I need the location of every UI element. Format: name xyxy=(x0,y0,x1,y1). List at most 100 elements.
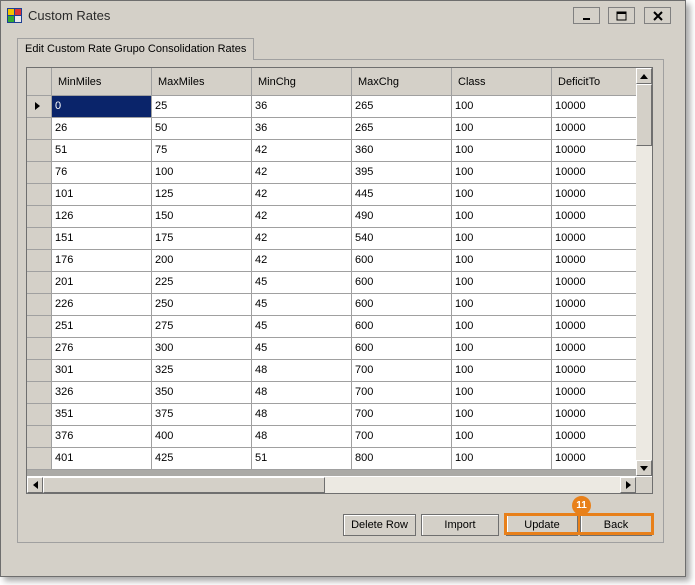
grid-cell[interactable]: 100 xyxy=(452,228,552,250)
grid-cell[interactable]: 101 xyxy=(52,184,152,206)
row-header[interactable] xyxy=(27,272,52,294)
grid-cell[interactable]: 36 xyxy=(252,96,352,118)
grid-cell[interactable]: 51 xyxy=(252,448,352,470)
grid-cell[interactable]: 100 xyxy=(452,162,552,184)
column-header[interactable]: DeficitTo xyxy=(552,68,636,96)
grid-cell[interactable]: 600 xyxy=(352,294,452,316)
grid-cell[interactable]: 0 xyxy=(52,96,152,118)
grid-cell[interactable]: 600 xyxy=(352,338,452,360)
table-row[interactable]: 126 150 42 490 100 10000 xyxy=(27,206,636,228)
scroll-down-button[interactable] xyxy=(636,460,652,476)
grid-cell[interactable]: 100 xyxy=(452,404,552,426)
row-header[interactable] xyxy=(27,184,52,206)
column-header[interactable]: MaxChg xyxy=(352,68,452,96)
grid-cell[interactable]: 326 xyxy=(52,382,152,404)
grid-cell[interactable]: 36 xyxy=(252,118,352,140)
row-header[interactable] xyxy=(27,382,52,404)
row-header[interactable] xyxy=(27,426,52,448)
grid-cell[interactable]: 100 xyxy=(452,426,552,448)
grid-cell[interactable]: 100 xyxy=(452,272,552,294)
grid-cell[interactable]: 176 xyxy=(52,250,152,272)
table-row[interactable]: 401 425 51 800 100 10000 xyxy=(27,448,636,470)
table-row[interactable]: 101 125 42 445 100 10000 xyxy=(27,184,636,206)
update-button[interactable]: Update xyxy=(506,514,578,536)
grid-cell[interactable]: 45 xyxy=(252,272,352,294)
grid-cell[interactable]: 700 xyxy=(352,426,452,448)
grid-cell[interactable]: 100 xyxy=(452,316,552,338)
grid-cell[interactable]: 10000 xyxy=(552,360,636,382)
grid-cell[interactable]: 225 xyxy=(152,272,252,294)
table-row[interactable]: 251 275 45 600 100 10000 xyxy=(27,316,636,338)
import-button[interactable]: Import xyxy=(421,514,499,536)
grid-cell[interactable]: 360 xyxy=(352,140,452,162)
grid-cell[interactable]: 600 xyxy=(352,250,452,272)
grid-cell[interactable]: 251 xyxy=(52,316,152,338)
grid-cell[interactable]: 600 xyxy=(352,316,452,338)
grid-cell[interactable]: 226 xyxy=(52,294,152,316)
grid-cell[interactable]: 42 xyxy=(252,162,352,184)
grid-cell[interactable]: 25 xyxy=(152,96,252,118)
close-button[interactable] xyxy=(644,7,671,24)
row-header[interactable] xyxy=(27,162,52,184)
row-header[interactable] xyxy=(27,316,52,338)
column-header[interactable]: MinMiles xyxy=(52,68,152,96)
grid-cell[interactable]: 540 xyxy=(352,228,452,250)
row-header[interactable] xyxy=(27,360,52,382)
grid-cell[interactable]: 395 xyxy=(352,162,452,184)
grid-cell[interactable]: 42 xyxy=(252,184,352,206)
grid-cell[interactable]: 42 xyxy=(252,206,352,228)
grid-cell[interactable]: 425 xyxy=(152,448,252,470)
scroll-left-button[interactable] xyxy=(27,477,43,493)
rates-grid[interactable]: MinMiles MaxMiles MinChg MaxChg Class Deficit… xyxy=(26,67,653,494)
maximize-button[interactable] xyxy=(608,7,635,24)
grid-cell[interactable]: 42 xyxy=(252,228,352,250)
grid-cell[interactable]: 10000 xyxy=(552,426,636,448)
grid-cell[interactable]: 375 xyxy=(152,404,252,426)
table-row[interactable]: 226 250 45 600 100 10000 xyxy=(27,294,636,316)
grid-cell[interactable]: 10000 xyxy=(552,96,636,118)
grid-cell[interactable]: 100 xyxy=(452,382,552,404)
grid-cell[interactable]: 10000 xyxy=(552,294,636,316)
grid-cell[interactable]: 300 xyxy=(152,338,252,360)
grid-cell[interactable]: 48 xyxy=(252,382,352,404)
back-button[interactable]: Back xyxy=(580,514,652,536)
scroll-right-button[interactable] xyxy=(620,477,636,493)
scroll-up-button[interactable] xyxy=(636,68,652,84)
grid-cell[interactable]: 100 xyxy=(452,140,552,162)
grid-cell[interactable]: 51 xyxy=(52,140,152,162)
grid-cell[interactable]: 125 xyxy=(152,184,252,206)
grid-cell[interactable]: 45 xyxy=(252,294,352,316)
grid-cell[interactable]: 275 xyxy=(152,316,252,338)
table-row[interactable]: 0 25 36 265 100 10000 xyxy=(27,96,636,118)
vertical-scrollbar[interactable] xyxy=(636,68,652,476)
grid-cell[interactable]: 301 xyxy=(52,360,152,382)
row-header[interactable] xyxy=(27,140,52,162)
grid-cell[interactable]: 100 xyxy=(452,206,552,228)
grid-cell[interactable]: 351 xyxy=(52,404,152,426)
grid-cell[interactable]: 10000 xyxy=(552,382,636,404)
grid-cell[interactable]: 100 xyxy=(452,360,552,382)
grid-cell[interactable]: 100 xyxy=(452,250,552,272)
row-header[interactable] xyxy=(27,118,52,140)
grid-cell[interactable]: 10000 xyxy=(552,250,636,272)
grid-cell[interactable]: 276 xyxy=(52,338,152,360)
grid-cell[interactable]: 100 xyxy=(452,184,552,206)
grid-cell[interactable]: 490 xyxy=(352,206,452,228)
column-header[interactable]: MaxMiles xyxy=(152,68,252,96)
vertical-scroll-thumb[interactable] xyxy=(636,84,652,146)
title-bar[interactable]: Custom Rates xyxy=(1,1,685,31)
grid-cell[interactable]: 10000 xyxy=(552,272,636,294)
row-header[interactable] xyxy=(27,206,52,228)
row-header[interactable] xyxy=(27,96,52,118)
grid-cell[interactable]: 10000 xyxy=(552,338,636,360)
table-row[interactable]: 351 375 48 700 100 10000 xyxy=(27,404,636,426)
grid-cell[interactable]: 45 xyxy=(252,316,352,338)
row-header[interactable] xyxy=(27,228,52,250)
grid-cell[interactable]: 42 xyxy=(252,250,352,272)
grid-cell[interactable]: 151 xyxy=(52,228,152,250)
grid-cell[interactable]: 10000 xyxy=(552,118,636,140)
grid-cell[interactable]: 100 xyxy=(452,118,552,140)
grid-cell[interactable]: 700 xyxy=(352,360,452,382)
grid-cell[interactable]: 10000 xyxy=(552,140,636,162)
grid-cell[interactable]: 201 xyxy=(52,272,152,294)
